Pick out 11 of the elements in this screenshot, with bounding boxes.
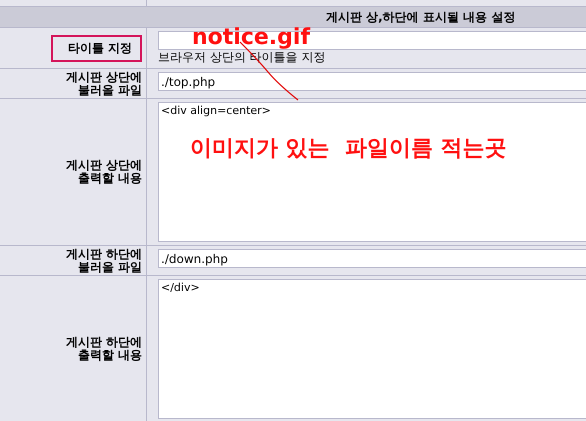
field-label: 타이틀 지정: [51, 34, 142, 62]
annotation-text: notice.gif: [192, 25, 310, 51]
text-field[interactable]: ./down.php: [158, 249, 586, 268]
text-field[interactable]: ./top.php: [158, 72, 586, 91]
field-label: 게시판 하단에 출력할 내용: [66, 336, 142, 362]
text-area[interactable]: </div>: [158, 279, 586, 419]
field-label: 게시판 하단에 불러올 파일: [66, 248, 142, 274]
field-label: 게시판 상단에 불러올 파일: [66, 70, 142, 96]
annotation-text: 이미지가 있는 파일이름 적는곳: [190, 135, 507, 163]
section-header: 게시판 상,하단에 표시될 내용 설정: [0, 6, 586, 28]
field-label: 게시판 상단에 출력할 내용: [66, 159, 142, 185]
